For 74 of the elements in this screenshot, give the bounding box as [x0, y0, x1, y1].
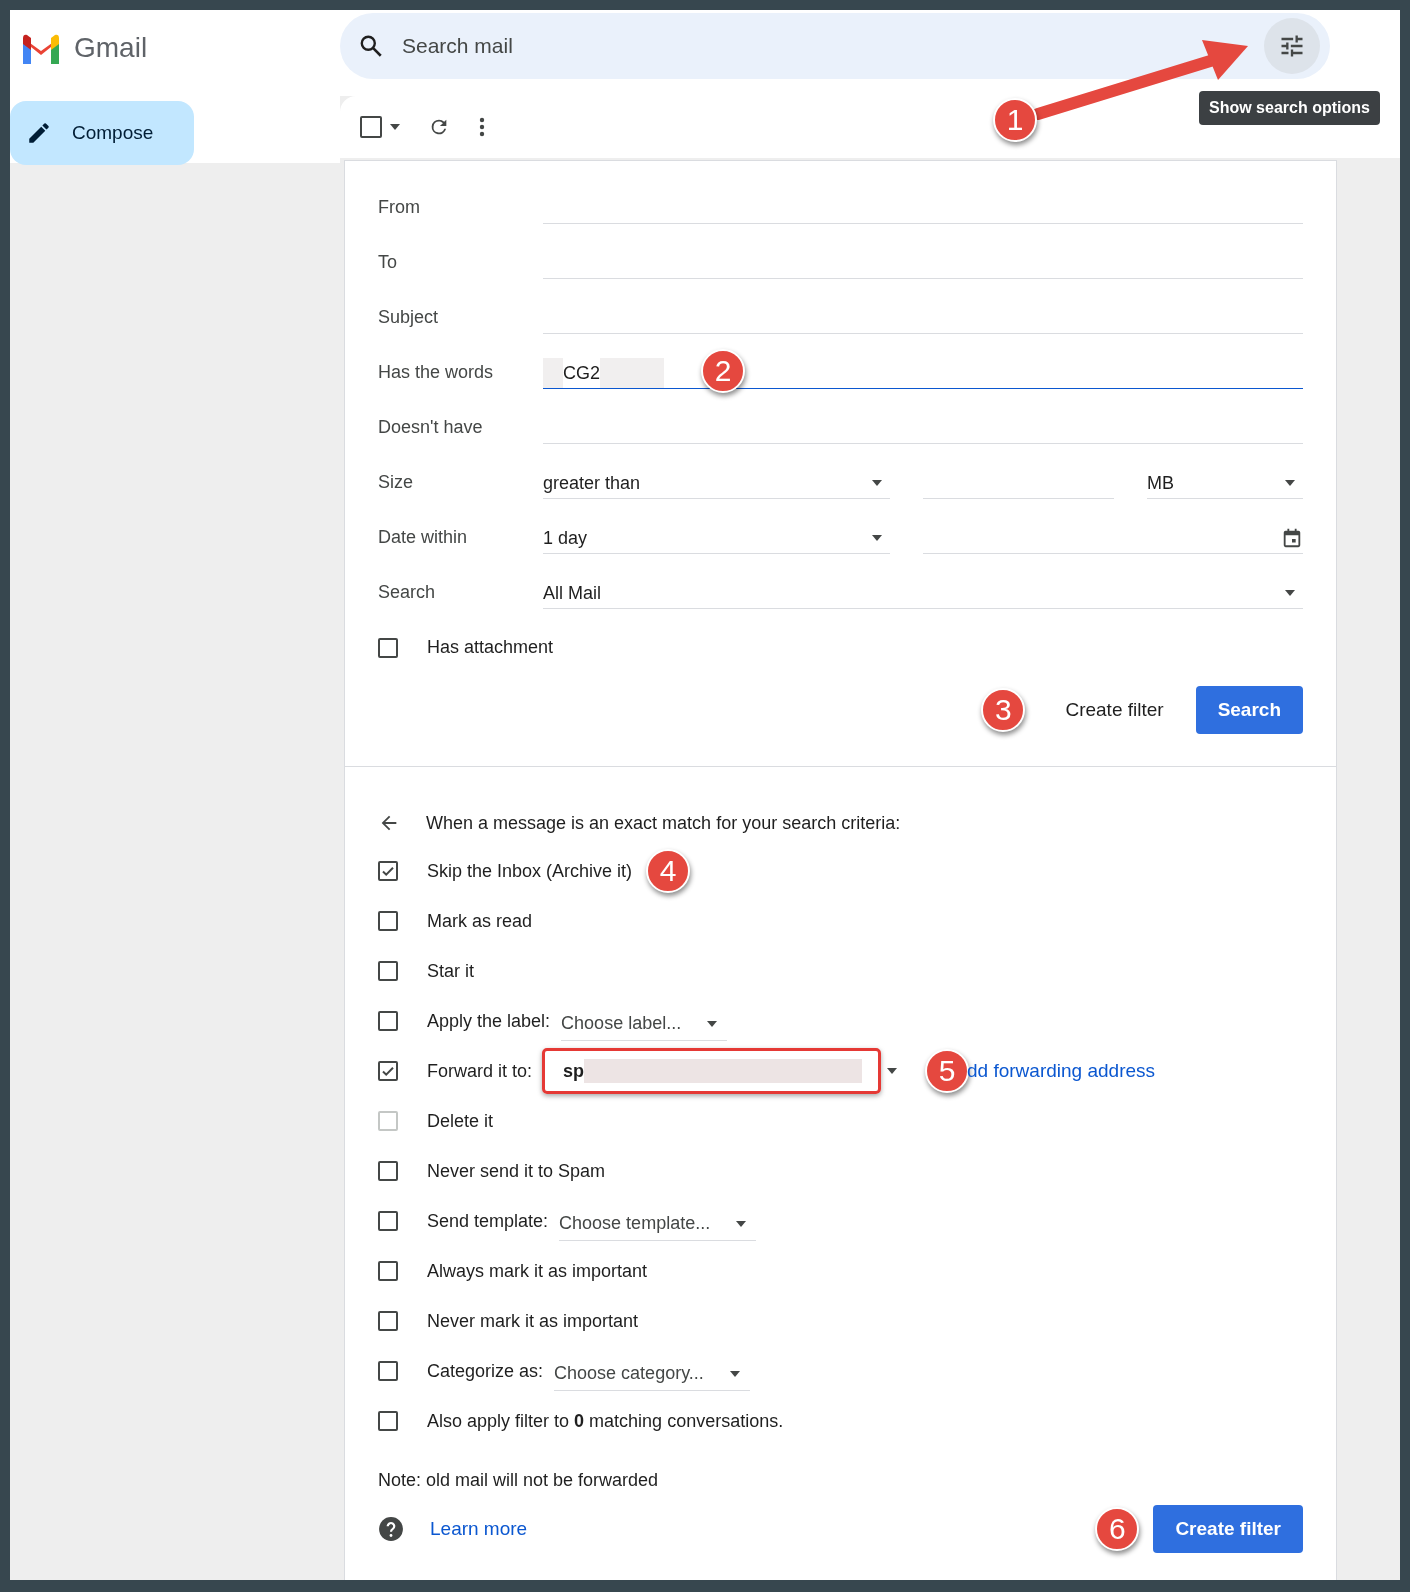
action-label: Star it: [427, 960, 474, 982]
envelope-m-logo-icon: [20, 32, 62, 64]
field-label: Doesn't have: [378, 417, 484, 438]
checkbox-label: Has attachment: [427, 637, 554, 658]
filter-intro-text: When a message is an exact match for your search criteria:: [426, 812, 901, 834]
checkbox[interactable]: [378, 1211, 398, 1231]
action-label: Categorize as:: [427, 1360, 544, 1382]
search-button[interactable]: Search: [1195, 686, 1303, 734]
action-label: Skip the Inbox (Archive it): [427, 860, 633, 882]
caret-icon: [1285, 480, 1295, 486]
field-label: Size: [378, 472, 414, 493]
action-label: Send template:: [427, 1210, 549, 1232]
checkbox[interactable]: [378, 911, 398, 931]
field-label: From: [378, 197, 421, 218]
more-options-icon[interactable]: [478, 116, 486, 138]
checkbox[interactable]: [378, 1011, 398, 1031]
callout-badge: 3: [981, 688, 1026, 732]
help-icon[interactable]: [378, 1516, 404, 1542]
search-input[interactable]: Search mail: [400, 33, 1248, 59]
size-unit-select[interactable]: MB: [1147, 468, 1303, 499]
action-label: Delete it: [427, 1110, 494, 1132]
action-label: Also apply filter to 0 matching conversations.: [427, 1410, 784, 1432]
checkbox[interactable]: [378, 961, 398, 981]
caret-icon: [729, 1370, 740, 1377]
caret-icon: [1285, 590, 1295, 596]
note-text: Note: old mail will not be forwarded: [378, 1469, 659, 1491]
checkbox[interactable]: [378, 1361, 398, 1381]
date-range-select[interactable]: 1 day: [543, 523, 890, 554]
pencil-icon: [26, 120, 52, 146]
dropdown-select[interactable]: Choose label...: [561, 1007, 728, 1041]
caret-icon: [872, 535, 882, 541]
callout-badge: 6: [1095, 1507, 1140, 1551]
callout-badge: 2: [701, 349, 745, 393]
checkbox[interactable]: [378, 1411, 398, 1431]
caret-icon: [887, 1068, 898, 1074]
dropdown-select[interactable]: Choose template...: [559, 1207, 757, 1241]
action-label: Never mark it as important: [427, 1310, 639, 1332]
learn-more-link[interactable]: Learn more: [430, 1518, 528, 1540]
field-label: Subject: [378, 307, 440, 328]
field-label: To: [378, 252, 398, 273]
search-options-button[interactable]: [1264, 18, 1320, 74]
caret-icon: [707, 1020, 718, 1027]
field-label: Has the words: [378, 362, 495, 383]
caret-icon: [736, 1220, 747, 1227]
checkbox[interactable]: [378, 637, 398, 658]
checkbox[interactable]: [378, 1061, 398, 1081]
calendar-icon[interactable]: [1281, 527, 1303, 549]
dropdown-select[interactable]: Choose category...: [554, 1357, 750, 1391]
callout-badge: 4: [646, 849, 691, 893]
field-label: Search: [378, 582, 437, 603]
create-filter-button[interactable]: Create filter: [1153, 1505, 1303, 1553]
mailbox-select[interactable]: All Mail: [543, 578, 1303, 609]
select-all-checkbox[interactable]: [360, 116, 382, 138]
checkbox[interactable]: [378, 1261, 398, 1281]
forward-address-select[interactable]: sp: [542, 1048, 882, 1094]
tooltip: Show search options: [1199, 91, 1380, 125]
action-label: Apply the label:: [427, 1010, 551, 1032]
create-filter-button[interactable]: Create filter: [1047, 689, 1182, 731]
app-name: Gmail: [74, 32, 148, 64]
search-field[interactable]: Search mail: [340, 13, 1330, 79]
search-icon[interactable]: [358, 33, 384, 59]
action-label: Forward it to:: [427, 1060, 533, 1082]
caret-icon: [390, 124, 400, 130]
caret-icon: [872, 480, 882, 486]
field-label: Date within: [378, 527, 469, 548]
checkbox[interactable]: [378, 861, 398, 881]
action-label: Always mark it as important: [427, 1260, 648, 1282]
action-label: Mark as read: [427, 910, 533, 932]
checkbox[interactable]: [378, 1311, 398, 1331]
checkbox[interactable]: [378, 1161, 398, 1181]
compose-button[interactable]: Compose: [10, 101, 194, 165]
size-operator-select[interactable]: greater than: [543, 468, 890, 499]
action-label: Never send it to Spam: [427, 1160, 606, 1182]
add-forwarding-address-link[interactable]: dd forwarding address: [967, 1060, 1156, 1082]
